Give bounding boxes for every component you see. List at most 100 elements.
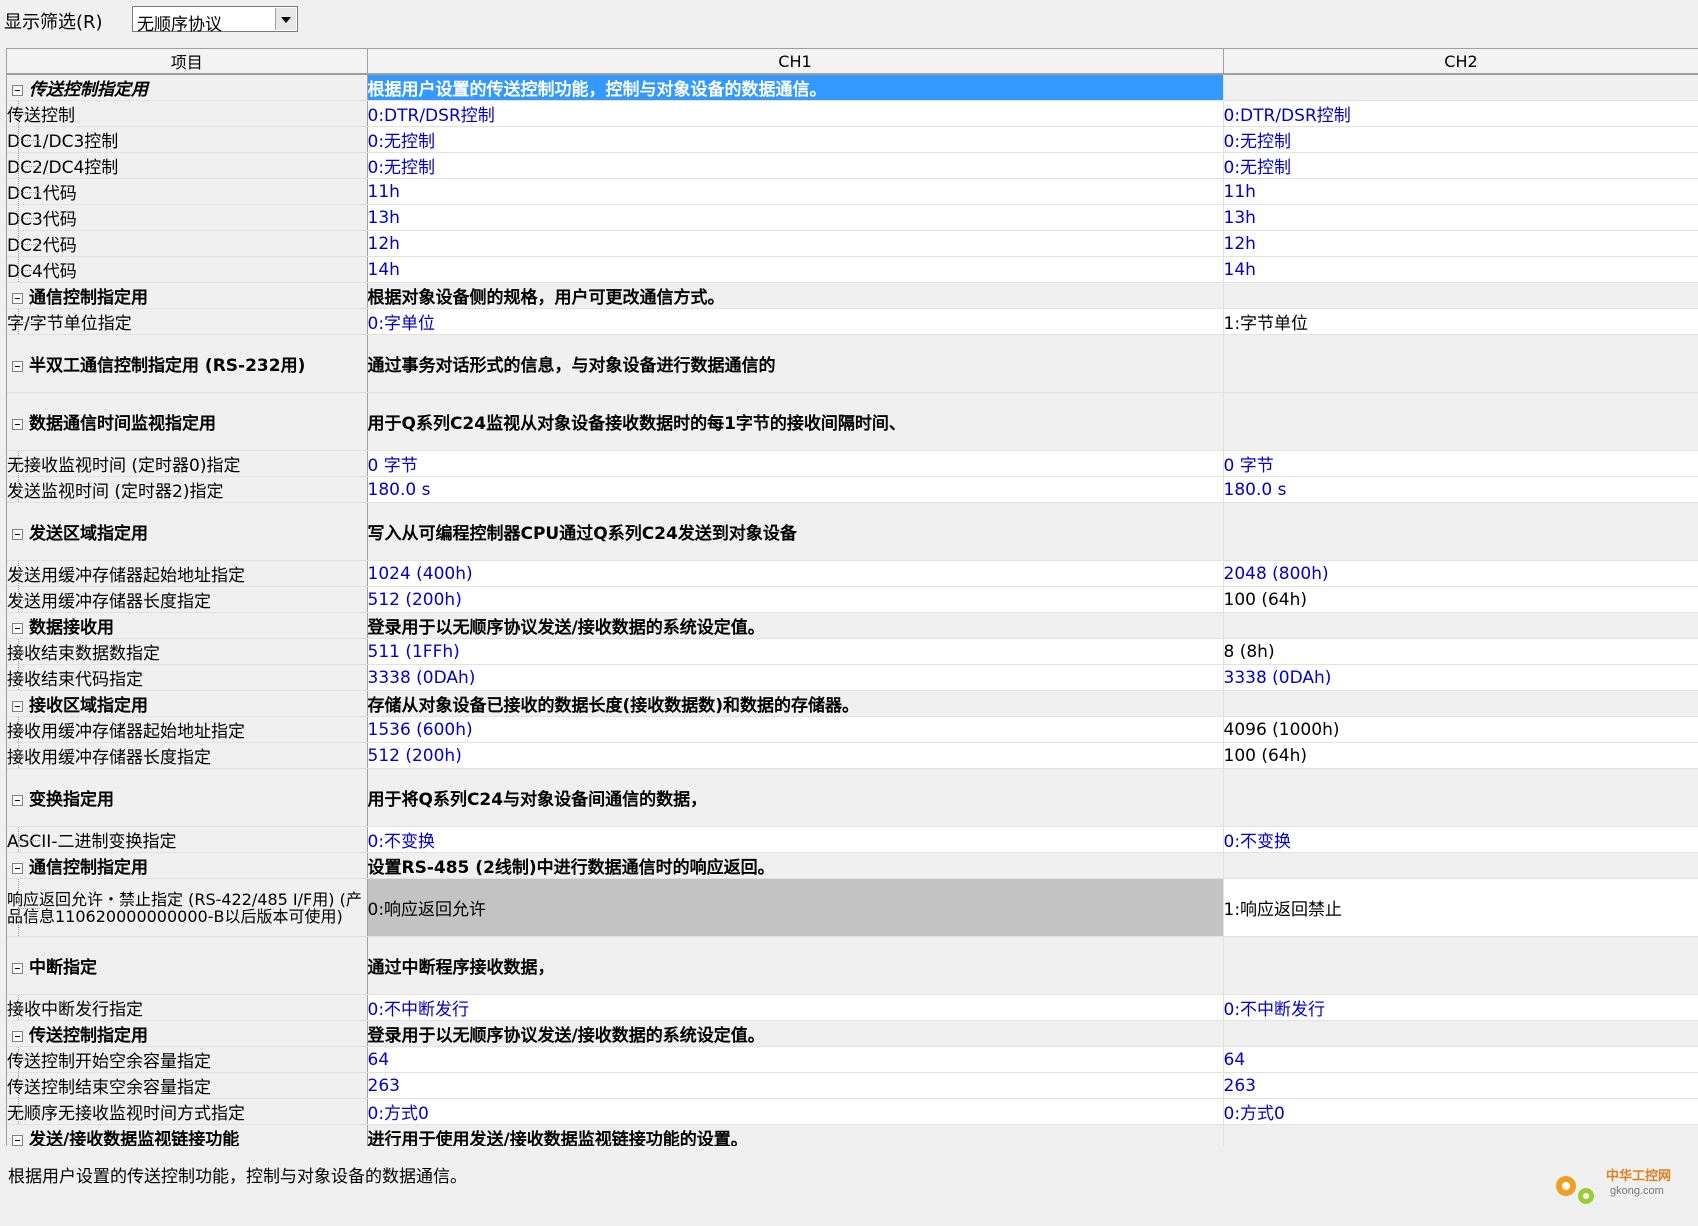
item-cell[interactable]: 响应返回允许・禁止指定 (RS-422/485 I/F用) (产品信息11062…: [7, 878, 368, 937]
ch2-value[interactable]: 0:方式0: [1223, 1098, 1698, 1125]
collapse-icon[interactable]: [12, 360, 23, 372]
collapse-icon[interactable]: [12, 962, 23, 974]
item-cell[interactable]: ASCII-二进制变换指定: [7, 826, 368, 853]
ch1-value[interactable]: 14h: [367, 256, 1224, 283]
collapse-icon[interactable]: [12, 528, 23, 540]
parameter-row[interactable]: DC2/DC4控制 0:无控制 0:无控制: [7, 152, 1698, 179]
ch1-value[interactable]: 3338 (0DAh): [367, 664, 1224, 691]
item-cell[interactable]: 通信控制指定用: [7, 282, 368, 309]
item-cell[interactable]: 无接收监视时间 (定时器0)指定: [7, 450, 368, 477]
parameter-row[interactable]: DC1/DC3控制 0:无控制 0:无控制: [7, 126, 1698, 153]
item-cell[interactable]: DC2代码: [7, 230, 368, 257]
parameter-row[interactable]: 接收用缓冲存储器起始地址指定 1536 (600h) 4096 (1000h): [7, 716, 1698, 743]
collapse-icon[interactable]: [12, 622, 23, 634]
ch2-value[interactable]: 1:字节单位: [1223, 308, 1698, 335]
item-cell[interactable]: 传送控制: [7, 100, 368, 127]
ch1-value[interactable]: 512 (200h): [367, 742, 1224, 769]
group-row[interactable]: 发送区域指定用 写入从可编程控制器CPU通过Q系列C24发送到对象设备: [7, 502, 1698, 561]
ch2-value[interactable]: 3338 (0DAh): [1223, 664, 1698, 691]
ch2-value[interactable]: 0 字节: [1223, 450, 1698, 477]
item-cell[interactable]: 传送控制开始空余容量指定: [7, 1046, 368, 1073]
item-cell[interactable]: DC3代码: [7, 204, 368, 231]
item-cell[interactable]: 接收结束代码指定: [7, 664, 368, 691]
ch2-value[interactable]: 0:无控制: [1223, 152, 1698, 179]
item-cell[interactable]: DC4代码: [7, 256, 368, 283]
parameter-row[interactable]: DC2代码 12h 12h: [7, 230, 1698, 257]
item-cell[interactable]: 传送控制指定用: [7, 1020, 368, 1047]
collapse-icon[interactable]: [12, 292, 23, 304]
parameter-row[interactable]: 接收结束代码指定 3338 (0DAh) 3338 (0DAh): [7, 664, 1698, 691]
parameter-row[interactable]: ASCII-二进制变换指定 0:不变换 0:不变换: [7, 826, 1698, 853]
collapse-icon[interactable]: [12, 1030, 23, 1042]
group-row[interactable]: 数据通信时间监视指定用 用于Q系列C24监视从对象设备接收数据时的每1字节的接收间…: [7, 392, 1698, 451]
ch2-value[interactable]: 0:不变换: [1223, 826, 1698, 853]
item-cell[interactable]: 数据接收用: [7, 612, 368, 639]
ch2-value[interactable]: 100 (64h): [1223, 586, 1698, 613]
item-cell[interactable]: 发送用缓冲存储器长度指定: [7, 586, 368, 613]
group-row[interactable]: 传送控制指定用 根据用户设置的传送控制功能，控制与对象设备的数据通信。: [7, 74, 1698, 101]
parameter-row[interactable]: 传送控制 0:DTR/DSR控制 0:DTR/DSR控制: [7, 100, 1698, 127]
item-cell[interactable]: 发送监视时间 (定时器2)指定: [7, 476, 368, 503]
item-cell[interactable]: 接收用缓冲存储器长度指定: [7, 742, 368, 769]
item-cell[interactable]: 发送区域指定用: [7, 502, 368, 561]
ch1-value[interactable]: 0:响应返回允许: [367, 878, 1224, 937]
group-row[interactable]: 接收区域指定用 存储从对象设备已接收的数据长度(接收数据数)和数据的存储器。: [7, 690, 1698, 717]
item-cell[interactable]: 接收结束数据数指定: [7, 638, 368, 665]
parameter-row[interactable]: DC4代码 14h 14h: [7, 256, 1698, 283]
group-row[interactable]: 通信控制指定用 根据对象设备侧的规格，用户可更改通信方式。: [7, 282, 1698, 309]
item-cell[interactable]: 接收用缓冲存储器起始地址指定: [7, 716, 368, 743]
ch2-value[interactable]: 180.0 s: [1223, 476, 1698, 503]
item-cell[interactable]: 数据通信时间监视指定用: [7, 392, 368, 451]
collapse-icon[interactable]: [12, 794, 23, 806]
ch1-value[interactable]: 1536 (600h): [367, 716, 1224, 743]
ch1-value[interactable]: 1024 (400h): [367, 560, 1224, 587]
parameter-row[interactable]: DC3代码 13h 13h: [7, 204, 1698, 231]
column-header-item[interactable]: 项目: [7, 49, 368, 75]
parameter-row[interactable]: 发送监视时间 (定时器2)指定 180.0 s 180.0 s: [7, 476, 1698, 503]
parameter-row[interactable]: 传送控制结束空余容量指定 263 263: [7, 1072, 1698, 1099]
parameter-row[interactable]: 接收用缓冲存储器长度指定 512 (200h) 100 (64h): [7, 742, 1698, 769]
ch1-value[interactable]: 11h: [367, 178, 1224, 205]
ch2-value[interactable]: 8 (8h): [1223, 638, 1698, 665]
parameter-row[interactable]: 无接收监视时间 (定时器0)指定 0 字节 0 字节: [7, 450, 1698, 477]
parameter-row[interactable]: DC1代码 11h 11h: [7, 178, 1698, 205]
ch1-value[interactable]: 0:字单位: [367, 308, 1224, 335]
item-cell[interactable]: 发送用缓冲存储器起始地址指定: [7, 560, 368, 587]
group-row[interactable]: 半双工通信控制指定用 (RS-232用) 通过事务对话形式的信息，与对象设备进行数…: [7, 334, 1698, 393]
item-cell[interactable]: DC1/DC3控制: [7, 126, 368, 153]
item-cell[interactable]: 接收中断发行指定: [7, 994, 368, 1021]
group-row[interactable]: 数据接收用 登录用于以无顺序协议发送/接收数据的系统设定值。: [7, 612, 1698, 639]
group-row[interactable]: 发送/接收数据监视链接功能 进行用于使用发送/接收数据监视链接功能的设置。: [7, 1124, 1698, 1146]
parameter-row[interactable]: 响应返回允许・禁止指定 (RS-422/485 I/F用) (产品信息11062…: [7, 878, 1698, 937]
collapse-icon[interactable]: [12, 418, 23, 430]
ch1-value[interactable]: 0:无控制: [367, 152, 1224, 179]
ch2-value[interactable]: 64: [1223, 1046, 1698, 1073]
ch2-value[interactable]: 0:无控制: [1223, 126, 1698, 153]
ch1-value[interactable]: 180.0 s: [367, 476, 1224, 503]
group-row[interactable]: 变换指定用 用于将Q系列C24与对象设备间通信的数据，: [7, 768, 1698, 827]
parameter-row[interactable]: 传送控制开始空余容量指定 64 64: [7, 1046, 1698, 1073]
collapse-icon[interactable]: [12, 1134, 23, 1146]
ch1-value[interactable]: 0:DTR/DSR控制: [367, 100, 1224, 127]
item-cell[interactable]: 通信控制指定用: [7, 852, 368, 879]
ch2-value[interactable]: 0:不中断发行: [1223, 994, 1698, 1021]
ch1-value[interactable]: 13h: [367, 204, 1224, 231]
group-row[interactable]: 传送控制指定用 登录用于以无顺序协议发送/接收数据的系统设定值。: [7, 1020, 1698, 1047]
group-row[interactable]: 通信控制指定用 设置RS-485 (2线制)中进行数据通信时的响应返回。: [7, 852, 1698, 879]
ch1-value[interactable]: 263: [367, 1072, 1224, 1099]
filter-select[interactable]: 无顺序协议: [132, 6, 298, 35]
item-cell[interactable]: 半双工通信控制指定用 (RS-232用): [7, 334, 368, 393]
ch1-value[interactable]: 0:方式0: [367, 1098, 1224, 1125]
item-cell[interactable]: DC2/DC4控制: [7, 152, 368, 179]
ch2-value[interactable]: 1:响应返回禁止: [1223, 878, 1698, 937]
ch2-value[interactable]: 0:DTR/DSR控制: [1223, 100, 1698, 127]
ch1-value[interactable]: 12h: [367, 230, 1224, 257]
ch1-value[interactable]: 64: [367, 1046, 1224, 1073]
item-cell[interactable]: 发送/接收数据监视链接功能: [7, 1124, 368, 1146]
ch2-value[interactable]: 12h: [1223, 230, 1698, 257]
ch2-value[interactable]: 2048 (800h): [1223, 560, 1698, 587]
collapse-icon[interactable]: [12, 84, 23, 96]
item-cell[interactable]: 传送控制结束空余容量指定: [7, 1072, 368, 1099]
ch2-value[interactable]: 14h: [1223, 256, 1698, 283]
collapse-icon[interactable]: [12, 700, 23, 712]
